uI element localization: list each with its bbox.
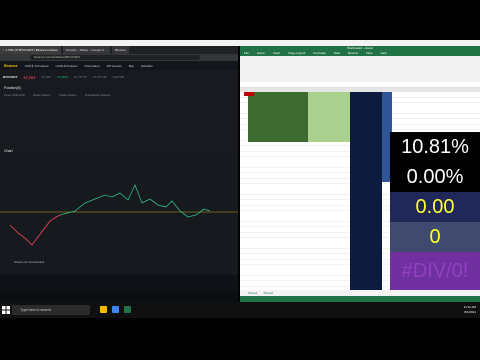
tab-transaction-history[interactable]: Transaction History (85, 93, 111, 97)
tab-trade-history[interactable]: Trade History (59, 93, 77, 97)
big-value-3: 0.00 (415, 195, 455, 218)
tab-order-history[interactable]: Order History (33, 93, 51, 97)
nav-bps[interactable]: Bps (129, 64, 134, 68)
browser-window: ↑ 1.72% (?) BTCUSDT | Binance Futures Pr… (0, 46, 238, 302)
chart-heading: Chart (4, 149, 13, 153)
taskbar-search-input[interactable]: Type here to search (12, 305, 90, 315)
ticker-stat: 1,117,53 (112, 75, 124, 79)
scoreboard-link[interactable]: Check our Scoreboard (14, 260, 44, 264)
excel-icon[interactable] (124, 306, 131, 313)
nav-activities[interactable]: Activities (141, 64, 153, 68)
tab-binance[interactable]: Binance (111, 46, 129, 54)
nav-information[interactable]: Information (84, 64, 99, 68)
address-bar: binance.com/en/futures/BTCUSDT (0, 54, 238, 61)
positions-tab[interactable]: Position(8) (4, 86, 21, 90)
big-value-4: 0 (429, 225, 441, 248)
big-value-2: 0.00% (406, 165, 464, 188)
nav-usdm-futures[interactable]: USDⓈ-M Futures (25, 64, 49, 68)
url-input[interactable]: binance.com/en/futures/BTCUSDT (30, 55, 200, 60)
price-line-down (9, 214, 61, 246)
tab-binance-futures[interactable]: ↑ 1.72% (?) BTCUSDT | Binance Futures (0, 46, 61, 54)
chrome-icon[interactable] (112, 306, 119, 313)
nav-coinm-futures[interactable]: COIN-M Futures (55, 64, 77, 68)
volume-pane (0, 275, 238, 292)
windows-start-icon[interactable] (2, 306, 10, 314)
file-explorer-icon[interactable] (100, 306, 107, 313)
orders-tabs: Open Orders(0) Order History Trade Histo… (4, 93, 111, 97)
big-value-1: 10.81% (401, 135, 469, 158)
big-cell-div0: #DIV/0! (390, 252, 480, 290)
ticker-stat: 71,4434 (56, 75, 68, 79)
tab-pricelist[interactable]: Pricelist – Tables – Google S… (62, 46, 110, 54)
dark-column (350, 92, 382, 292)
green-block (248, 92, 308, 142)
ticker-bar: BTCUSDT 17,767 17,767 71,4434 17,777.37 … (0, 70, 238, 84)
clock-time: 11:11 AM (463, 305, 476, 309)
browser-tabs: ↑ 1.72% (?) BTCUSDT | Binance Futures Pr… (0, 46, 238, 54)
ticker-stat: 17,767 (41, 75, 51, 79)
ticker-stat: 17,777.37 (73, 75, 87, 79)
big-cell-percent: 10.81% (390, 132, 480, 162)
excel-window: Workbook1 – Excel File Home Insert Page … (240, 46, 480, 302)
binance-logo[interactable]: Binance (4, 64, 18, 68)
clock-date: 8/1/2021 (464, 309, 476, 314)
price-chart-svg (0, 183, 238, 292)
nav-api-access[interactable]: API Access (107, 64, 122, 68)
big-cell-decimal: 0.00 (390, 192, 480, 222)
big-value-5: #DIV/0! (401, 259, 469, 282)
excel-ribbon[interactable] (240, 56, 480, 83)
symbol-label[interactable]: BTCUSDT (3, 75, 17, 79)
red-header-cell (244, 92, 254, 96)
system-clock[interactable]: 11:11 AM 8/1/2021 (464, 305, 476, 314)
last-price: 17,767 (23, 74, 36, 80)
price-chart[interactable] (0, 155, 238, 292)
tab-open-orders[interactable]: Open Orders(0) (4, 93, 25, 97)
binance-nav: Binance USDⓈ-M Futures COIN-M Futures In… (0, 61, 238, 70)
taskbar: Type here to search 11:11 AM 8/1/2021 (0, 302, 480, 318)
big-cell-percent-2: 0.00% (390, 162, 480, 192)
big-cell-zero: 0 (390, 222, 480, 252)
ticker-stat: 17,577.43 (92, 75, 107, 79)
browser-status-bar (0, 292, 238, 302)
